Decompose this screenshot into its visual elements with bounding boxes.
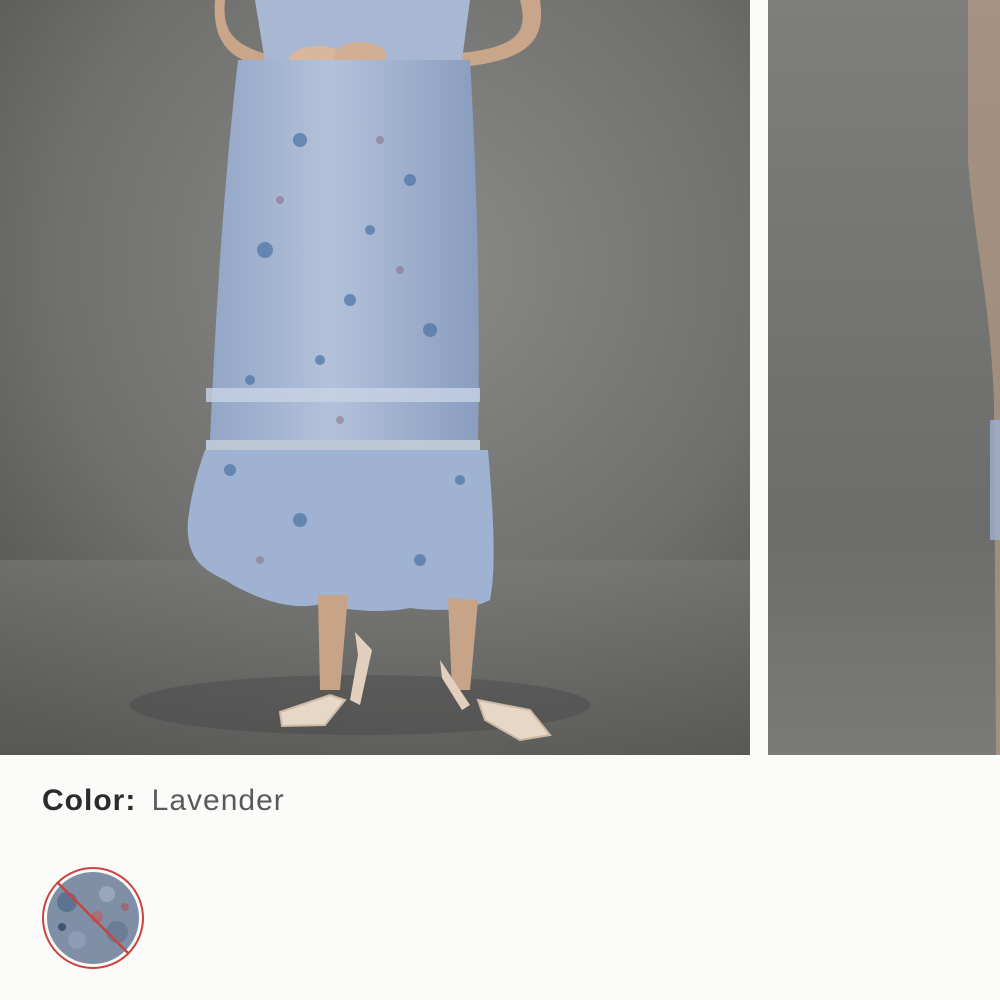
dress-photo-illustration bbox=[0, 0, 750, 755]
color-selection-label: Color: Lavender bbox=[42, 784, 285, 818]
selected-color-value: Lavender bbox=[151, 784, 285, 817]
secondary-product-photo[interactable] bbox=[768, 0, 1000, 755]
product-image-gallery bbox=[0, 0, 1000, 755]
swatch-pattern-icon bbox=[47, 872, 139, 964]
color-label: Color: bbox=[42, 784, 137, 817]
main-product-photo[interactable] bbox=[0, 0, 750, 755]
secondary-photo-illustration bbox=[768, 0, 1000, 755]
lavender-swatch[interactable] bbox=[42, 867, 144, 969]
